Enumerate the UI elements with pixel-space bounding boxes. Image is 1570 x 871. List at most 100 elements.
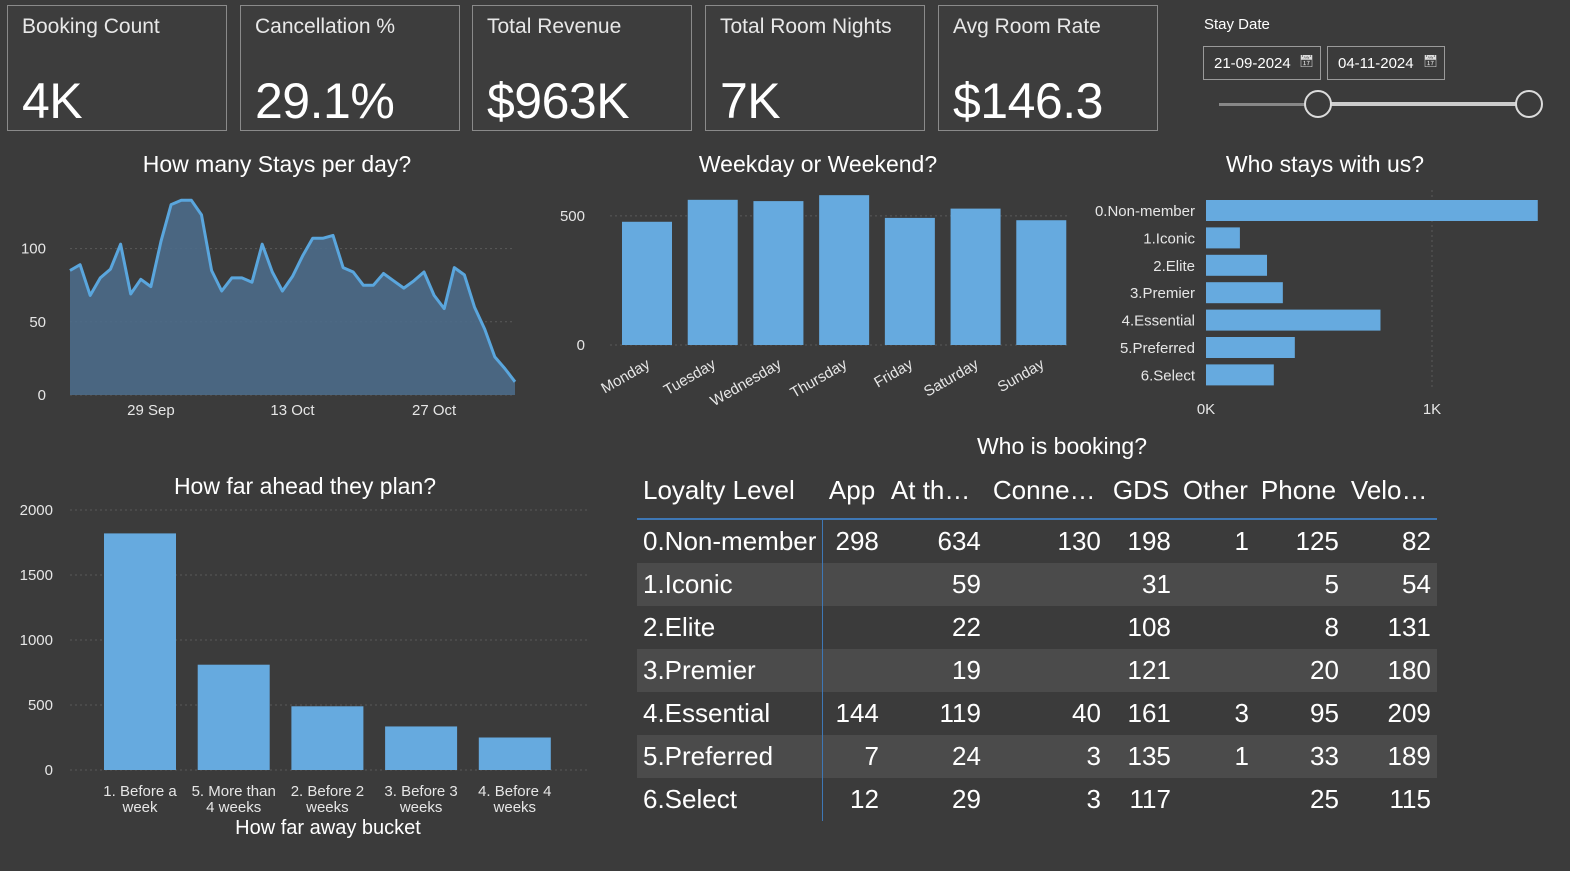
y-tick-label: 100 (21, 241, 46, 258)
table-cell: 634 (937, 526, 981, 556)
table-cell: 54 (1344, 563, 1437, 606)
start-date-input[interactable]: 21-09-2024 📅︎ (1203, 46, 1321, 80)
table-cell (986, 649, 1107, 692)
table-cell (1176, 563, 1255, 606)
row-label[interactable]: 3.Premier (637, 649, 824, 692)
table-cell: 1 (1176, 735, 1255, 778)
x-tick-label: 4 weeks (206, 799, 261, 816)
table-cell: 209 (1387, 698, 1431, 728)
y-tick-label: 2000 (20, 502, 53, 519)
col-header[interactable]: Other (1176, 462, 1255, 520)
x-tick-label: Saturday (921, 355, 982, 400)
bar (385, 726, 458, 770)
col-header[interactable]: Phone (1254, 462, 1345, 520)
table-cell: 189 (1344, 735, 1437, 778)
table-cell: 7 (822, 735, 885, 778)
kpi-cancellation[interactable]: Cancellation % 29.1% (240, 5, 460, 131)
slider-start-handle[interactable] (1304, 90, 1332, 118)
bar (291, 706, 364, 770)
row-label[interactable]: 2.Elite (637, 606, 824, 649)
table-cell: 3 (1086, 784, 1101, 814)
row-label[interactable]: 1.Iconic (637, 563, 824, 606)
table-row: 6.Select 12 29 3 117 25 115 (637, 778, 1437, 821)
stays-per-day-area-chart[interactable]: 0 50 100 29 Sep 13 Oct 27 Oct (0, 180, 545, 440)
bar (622, 221, 672, 345)
bar (1206, 309, 1381, 331)
table-cell: 25 (1309, 784, 1339, 814)
table-cell: 12 (849, 784, 879, 814)
x-tick-label: 5. More than (192, 783, 276, 800)
table-cell: 130 (1057, 526, 1101, 556)
table-cell: 95 (1309, 698, 1339, 728)
col-header[interactable]: Conne… (986, 462, 1107, 520)
col-header[interactable]: Velo… (1344, 462, 1437, 520)
table-cell (1177, 606, 1255, 649)
x-tick-label: Sunday (995, 355, 1048, 395)
table-cell: 29 (951, 784, 981, 814)
kpi-booking-count[interactable]: Booking Count 4K (7, 5, 227, 131)
kpi-value: 4K (22, 73, 83, 129)
table-cell: 121 (1106, 649, 1177, 692)
loyalty-hbar-chart[interactable]: 0.Non-member 1.Iconic 2.Elite 3.Premier 4.Es… (1090, 190, 1560, 430)
x-tick-label: 1K (1423, 401, 1441, 418)
table-cell (1176, 649, 1255, 692)
calendar-icon[interactable]: 📅︎ (1423, 54, 1438, 68)
table-cell: 59 (884, 563, 987, 606)
x-tick-label: 3. Before 3 (384, 783, 457, 800)
y-tick-label: 6.Select (1141, 367, 1196, 384)
row-label[interactable]: 0.Non-member (637, 519, 824, 563)
x-tick-label: 2. Before 2 (291, 783, 364, 800)
col-header[interactable]: App (822, 462, 885, 520)
slider-end-handle[interactable] (1515, 90, 1543, 118)
x-tick-label: Monday (598, 355, 653, 397)
table-cell: 135 (1106, 735, 1177, 778)
x-tick-label: weeks (305, 799, 349, 816)
kpi-avg-room-rate[interactable]: Avg Room Rate $146.3 (938, 5, 1158, 131)
row-label[interactable]: 4.Essential (637, 692, 824, 735)
table-row: 1.Iconic 59 31 5 54 (637, 563, 1437, 606)
x-tick-label: 0K (1197, 401, 1215, 418)
bar (819, 195, 870, 345)
table-row: 3.Premier 19 121 20 180 (637, 649, 1437, 692)
bar (1206, 254, 1268, 276)
lead-time-bar-chart[interactable]: 0 500 1000 1500 2000 1. Before aweek 5. More t… (0, 495, 600, 840)
kpi-label: Cancellation % (255, 15, 396, 38)
who-stays-title: Who stays with us? (1225, 151, 1425, 177)
matrix-header-row: Loyalty Level App At th… Conne… GDS Othe… (637, 462, 1437, 520)
col-header[interactable]: At th… (884, 462, 987, 520)
bar (478, 737, 551, 770)
col-header[interactable]: GDS (1106, 462, 1177, 520)
table-cell: 131 (1387, 612, 1431, 642)
table-cell (1177, 778, 1255, 821)
kpi-value: $963K (487, 73, 630, 129)
y-tick-label: 0 (38, 387, 46, 404)
kpi-total-room-nights[interactable]: Total Room Nights 7K (705, 5, 925, 131)
y-tick-label: 4.Essential (1122, 313, 1195, 330)
table-cell: 3 (1234, 698, 1249, 728)
weekday-bar-chart[interactable]: 0 500 Monday TuesdayWednesday Thursday Friday… (550, 180, 1070, 420)
table-cell: 117 (1129, 784, 1171, 814)
bar (1206, 200, 1538, 221)
col-header[interactable]: Loyalty Level (637, 462, 823, 520)
bar (1016, 220, 1067, 345)
x-tick-label: weeks (399, 799, 443, 816)
kpi-total-revenue[interactable]: Total Revenue $963K (472, 5, 692, 131)
table-cell: 125 (1295, 526, 1339, 556)
row-label[interactable]: 5.Preferred (637, 735, 824, 778)
calendar-icon[interactable]: 📅︎ (1299, 54, 1314, 68)
x-tick-label: Tuesday (661, 355, 719, 398)
y-tick-label: 0 (45, 762, 53, 779)
end-date-input[interactable]: 04-11-2024 📅︎ (1327, 46, 1445, 80)
table-cell: 8 (1324, 612, 1339, 642)
bar (884, 217, 935, 345)
bar (197, 664, 270, 770)
who-is-booking-title: Who is booking? (976, 433, 1148, 459)
x-tick-label: 29 Sep (127, 402, 175, 419)
kpi-value: $146.3 (953, 73, 1103, 129)
table-cell: 144 (835, 698, 879, 728)
y-tick-label: 5.Preferred (1120, 340, 1195, 357)
table-cell: 82 (1401, 526, 1431, 556)
row-label[interactable]: 6.Select (637, 778, 824, 821)
date-range-slider-fill (1318, 102, 1529, 106)
table-cell: 31 (1106, 563, 1177, 606)
